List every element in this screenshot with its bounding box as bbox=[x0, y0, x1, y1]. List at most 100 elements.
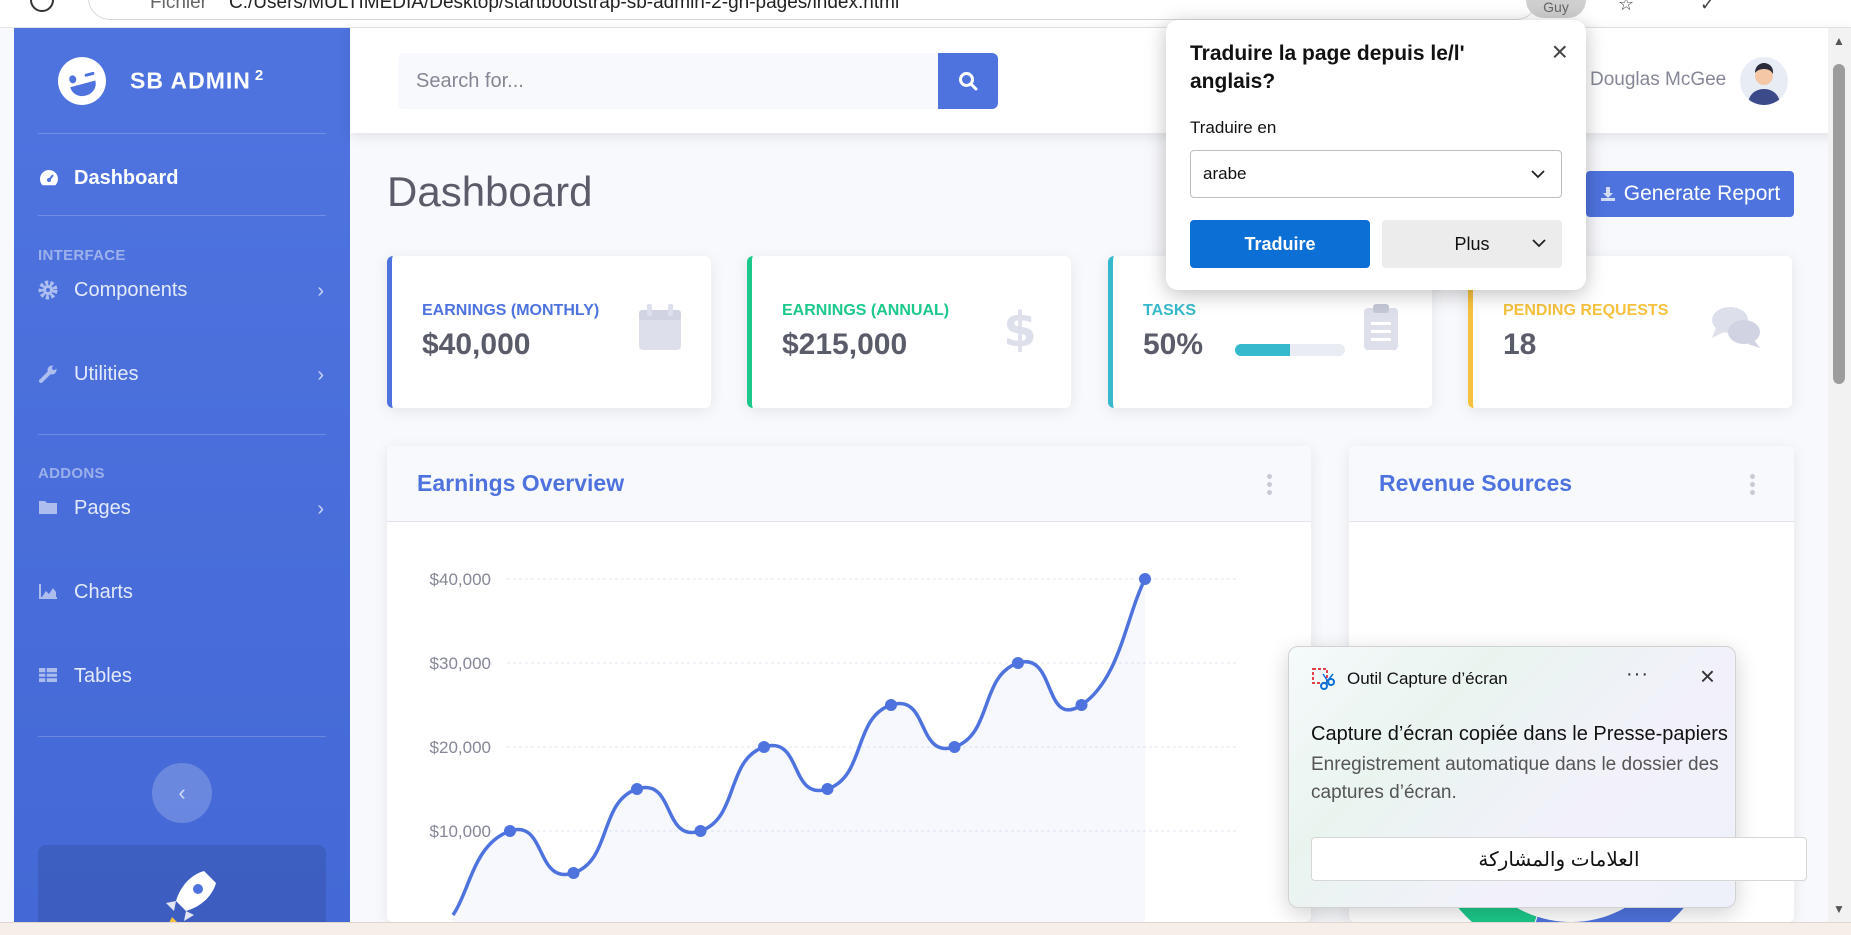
data-point[interactable] bbox=[1075, 699, 1088, 711]
earnings-overview-title: Earnings Overview bbox=[417, 470, 625, 496]
data-point[interactable] bbox=[1012, 657, 1024, 669]
kebab-menu-icon[interactable] bbox=[1750, 474, 1756, 496]
card-value: $40,000 bbox=[422, 328, 531, 361]
sidebar-divider bbox=[38, 133, 326, 134]
url: C:/Users/MULTIMEDIA/Desktop/startbootstr… bbox=[229, 0, 900, 13]
markup-share-button[interactable]: العلامات والمشاركة bbox=[1311, 837, 1807, 881]
card-value: $215,000 bbox=[782, 328, 908, 361]
sidebar-item-charts[interactable]: Charts bbox=[14, 562, 350, 622]
translate-title: Traduire la page depuis le/l' anglais? bbox=[1190, 42, 1465, 93]
gear-icon bbox=[38, 280, 60, 300]
sidebar-item-components[interactable]: Components › bbox=[14, 260, 350, 320]
close-icon[interactable]: × bbox=[1552, 36, 1568, 68]
page-scrollbar[interactable]: ▲ ▼ bbox=[1828, 28, 1851, 922]
rocket-icon bbox=[166, 871, 216, 922]
more-icon[interactable]: ··· bbox=[1626, 663, 1649, 686]
y-tick-label: $40,000 bbox=[430, 570, 491, 589]
generate-report-label: Generate Report bbox=[1623, 182, 1781, 205]
notification-body: Enregistrement automatique dans le dossi… bbox=[1311, 754, 1719, 803]
language-selected: arabe bbox=[1203, 164, 1247, 183]
scroll-thumb[interactable] bbox=[1833, 64, 1845, 384]
table-icon bbox=[38, 666, 60, 686]
generate-report-button[interactable]: Generate Report bbox=[1586, 171, 1794, 217]
sidebar-promo-card bbox=[38, 845, 326, 922]
profile-chip[interactable]: Guy bbox=[1526, 0, 1586, 18]
card-earnings-monthly: EARNINGS (MONTHLY) $40,000 bbox=[387, 256, 711, 408]
sidebar-item-tables[interactable]: Tables bbox=[14, 646, 350, 706]
tasks-progress-bar bbox=[1235, 344, 1345, 356]
kebab-menu-icon[interactable] bbox=[1267, 474, 1273, 496]
data-point[interactable] bbox=[948, 741, 961, 753]
sidebar-item-label: Charts bbox=[74, 580, 133, 603]
earnings-overview-card: Earnings Overview $10,000 $20,000 $30,000 $… bbox=[387, 446, 1311, 922]
sidebar-item-utilities[interactable]: Utilities › bbox=[14, 344, 350, 404]
card-value: 50% bbox=[1143, 328, 1204, 361]
data-point[interactable] bbox=[694, 825, 707, 837]
data-point[interactable] bbox=[758, 741, 770, 753]
notification-title: Capture d’écran copiée dans le Presse-pa… bbox=[1311, 723, 1728, 745]
sidebar-item-pages[interactable]: Pages › bbox=[14, 478, 350, 538]
sidebar-item-label: Utilities bbox=[74, 362, 139, 385]
scroll-up-icon[interactable]: ▲ bbox=[1833, 34, 1845, 48]
laugh-wink-icon bbox=[52, 51, 112, 110]
search-button[interactable] bbox=[938, 53, 998, 109]
sidebar-divider bbox=[38, 215, 326, 216]
chevron-down-icon bbox=[1532, 239, 1546, 248]
card-label: PENDING REQUESTS bbox=[1503, 302, 1669, 319]
download-icon bbox=[1600, 187, 1615, 201]
star-icon[interactable]: ☆ bbox=[1618, 0, 1634, 15]
user-name[interactable]: Douglas McGee bbox=[1590, 69, 1726, 91]
calendar-icon bbox=[639, 304, 681, 350]
translate-popup: Traduire la page depuis le/l' anglais? ×… bbox=[1166, 20, 1586, 290]
data-point[interactable] bbox=[631, 783, 643, 795]
card-label: TASKS bbox=[1143, 302, 1197, 319]
avatar[interactable] bbox=[1740, 57, 1788, 105]
snipping-tool-icon bbox=[1312, 668, 1335, 690]
chevron-down-icon bbox=[1531, 170, 1545, 179]
sidebar-item-label: Components bbox=[74, 278, 188, 301]
chevron-right-icon: › bbox=[317, 498, 324, 520]
sidebar-divider bbox=[38, 434, 326, 435]
sidebar-divider bbox=[38, 736, 326, 737]
topbar: Douglas McGee bbox=[350, 28, 1851, 133]
language-select[interactable]: arabe bbox=[1190, 150, 1562, 198]
sidebar-item-dashboard[interactable]: Dashboard bbox=[14, 148, 350, 208]
reload-icon[interactable] bbox=[30, 0, 54, 12]
page-title: Dashboard bbox=[387, 168, 593, 215]
favorites-icon[interactable]: ✓ bbox=[1700, 0, 1715, 15]
more-options-label: Plus bbox=[1454, 233, 1490, 254]
clipboard-icon bbox=[1364, 304, 1398, 350]
more-options-button[interactable]: Plus bbox=[1382, 220, 1562, 268]
close-icon[interactable]: × bbox=[1700, 661, 1715, 692]
y-tick-label: $10,000 bbox=[430, 822, 491, 841]
data-point[interactable] bbox=[567, 867, 580, 879]
data-point[interactable] bbox=[885, 699, 897, 711]
search-icon bbox=[959, 72, 978, 91]
chevron-right-icon: › bbox=[317, 280, 324, 302]
earnings-line-chart: $10,000 $20,000 $30,000 $40,000 bbox=[430, 570, 1239, 922]
data-point[interactable] bbox=[821, 783, 834, 795]
notification-app-name: Outil Capture d’écran bbox=[1347, 669, 1508, 688]
brand-link[interactable]: SB ADMIN 2 bbox=[14, 28, 350, 133]
sidebar: SB ADMIN 2 Dashboard INTERFACE Components… bbox=[14, 28, 350, 922]
comments-icon bbox=[1712, 307, 1760, 348]
snipping-tool-notification: Outil Capture d’écran ··· × Capture d’éc… bbox=[1288, 646, 1807, 908]
search-input[interactable] bbox=[398, 53, 938, 109]
revenue-sources-title: Revenue Sources bbox=[1379, 470, 1573, 496]
url-prefix: Fichier bbox=[150, 0, 208, 13]
card-label: EARNINGS (MONTHLY) bbox=[422, 302, 600, 319]
dollar-icon: $ bbox=[1003, 302, 1036, 352]
chevron-left-icon: ‹ bbox=[178, 780, 186, 805]
revenue-sources-header: Revenue Sources bbox=[1349, 446, 1794, 522]
data-point[interactable] bbox=[504, 825, 516, 837]
data-point[interactable] bbox=[1139, 573, 1151, 585]
address-text[interactable]: Fichier C:/Users/MULTIMEDIA/Desktop/start… bbox=[150, 0, 899, 14]
svg-text:$: $ bbox=[1003, 302, 1036, 352]
translate-button[interactable]: Traduire bbox=[1190, 220, 1370, 268]
sidebar-item-label: Pages bbox=[74, 496, 131, 519]
y-tick-label: $20,000 bbox=[430, 738, 491, 757]
brand-text: SB ADMIN 2 bbox=[130, 66, 265, 94]
scroll-down-icon[interactable]: ▼ bbox=[1833, 902, 1845, 916]
sidebar-toggle-button[interactable]: ‹ bbox=[152, 763, 212, 823]
y-tick-label: $30,000 bbox=[430, 654, 491, 673]
